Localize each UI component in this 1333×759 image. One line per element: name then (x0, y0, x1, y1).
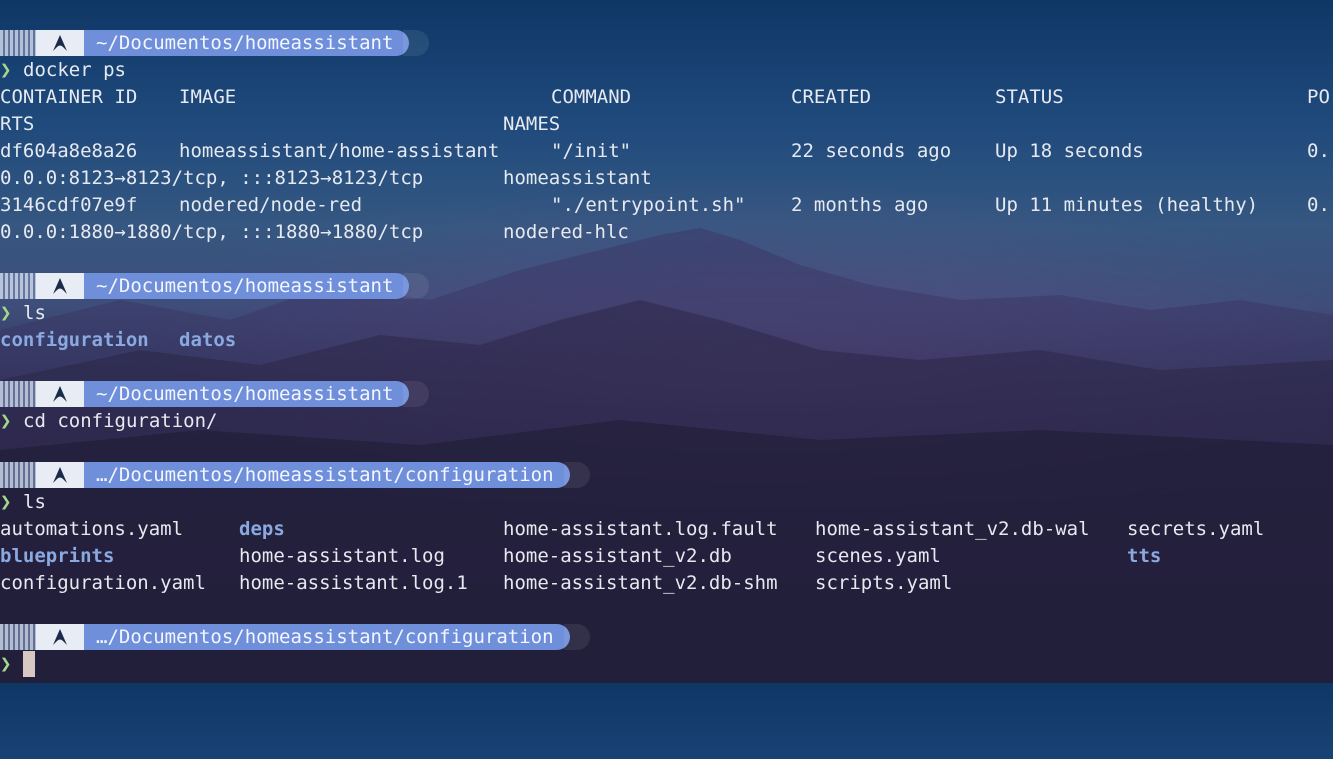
container-image: homeassistant/home-assistant (179, 140, 500, 162)
directory-entry: tts (1127, 545, 1162, 567)
file-entry: home-assistant.log.1 (239, 572, 468, 594)
table-row-wrap: 0.0.0:1880→1880/tcp, :::1880→1880/tcp no… (0, 219, 629, 246)
container-ports-wrap: 0.0.0:8123→8123/tcp, :::8123→8123/tcp (0, 167, 424, 189)
prompt-symbol: ❯ (0, 302, 12, 324)
text-cursor (23, 651, 35, 677)
command-text: docker ps (23, 59, 126, 81)
command-text: cd configuration/ (23, 410, 218, 432)
container-command: "/init" (551, 140, 632, 162)
prompt-symbol: ❯ (0, 59, 12, 81)
arch-linux-icon (36, 273, 84, 299)
command-line: ❯ docker ps (0, 57, 126, 84)
prompt-bar: …/Documentos/homeassistant/configuration (0, 462, 590, 488)
prompt-path: ~/Documentos/homeassistant (84, 273, 410, 299)
container-created: 22 seconds ago (791, 140, 952, 162)
command-text: ls (23, 302, 46, 324)
container-status: Up 11 minutes (healthy) (995, 194, 1259, 216)
container-ports: 0. (1307, 194, 1330, 216)
prompt-path: …/Documentos/homeassistant/configuration (84, 462, 570, 488)
prompt-bar: ~/Documentos/homeassistant (0, 30, 430, 56)
table-header: CONTAINER ID IMAGE COMMAND CREATED STATU… (0, 84, 1330, 111)
arch-linux-icon (36, 462, 84, 488)
prompt-path: ~/Documentos/homeassistant (84, 381, 410, 407)
container-command: "./entrypoint.sh" (551, 194, 746, 216)
prompt-bar: ~/Documentos/homeassistant (0, 273, 430, 299)
directory-entry: deps (239, 518, 285, 540)
header-status: STATUS (995, 86, 1064, 108)
container-name: homeassistant (503, 167, 652, 189)
terminal-window[interactable]: ~/Documentos/homeassistant ❯ docker ps C… (0, 0, 1333, 683)
container-id: df604a8e8a26 (0, 140, 138, 162)
file-entry: secrets.yaml (1127, 518, 1265, 540)
powerline-tail (563, 462, 590, 488)
powerline-tail (563, 624, 590, 650)
header-ports-wrap: RTS (0, 113, 35, 135)
prompt-path: ~/Documentos/homeassistant (84, 30, 410, 56)
file-entry: scenes.yaml (815, 545, 941, 567)
powerline-tail (403, 273, 430, 299)
prompt-bar: ~/Documentos/homeassistant (0, 381, 430, 407)
header-image: IMAGE (179, 86, 237, 108)
ls-output: configuration datos (0, 327, 236, 354)
file-entry: home-assistant_v2.db (503, 545, 732, 567)
prompt-symbol: ❯ (0, 653, 12, 675)
file-entry: configuration.yaml (0, 572, 206, 594)
file-entry: home-assistant.log (239, 545, 445, 567)
container-ports-wrap: 0.0.0:1880→1880/tcp, :::1880→1880/tcp (0, 221, 424, 243)
prompt-symbol: ❯ (0, 491, 12, 513)
powerline-segment (0, 624, 36, 650)
ls-output-row: configuration.yaml home-assistant.log.1 … (0, 570, 952, 597)
command-line: ❯ cd configuration/ (0, 408, 217, 435)
directory-entry: configuration (0, 329, 149, 351)
container-id: 3146cdf07e9f (0, 194, 138, 216)
directory-entry: datos (179, 329, 237, 351)
table-row-wrap: 0.0.0:8123→8123/tcp, :::8123→8123/tcp ho… (0, 165, 652, 192)
arch-linux-icon (36, 30, 84, 56)
powerline-segment (0, 462, 36, 488)
container-name: nodered-hlc (503, 221, 629, 243)
powerline-tail (403, 30, 430, 56)
command-line: ❯ ls (0, 489, 46, 516)
directory-entry: blueprints (0, 545, 115, 567)
file-entry: scripts.yaml (815, 572, 953, 594)
command-line: ❯ ls (0, 300, 46, 327)
prompt-bar: …/Documentos/homeassistant/configuration (0, 624, 590, 650)
prompt-path: …/Documentos/homeassistant/configuration (84, 624, 570, 650)
container-ports: 0. (1307, 140, 1330, 162)
header-ports: PO (1307, 86, 1330, 108)
ls-output-row: blueprints home-assistant.log home-assis… (0, 543, 1161, 570)
table-row: 3146cdf07e9f nodered/node-red "./entrypo… (0, 192, 1330, 219)
file-entry: home-assistant_v2.db-shm (503, 572, 778, 594)
powerline-segment (0, 381, 36, 407)
arch-linux-icon (36, 381, 84, 407)
header-container-id: CONTAINER ID (0, 86, 138, 108)
header-created: CREATED (791, 86, 872, 108)
file-entry: home-assistant.log.fault (503, 518, 778, 540)
powerline-segment (0, 273, 36, 299)
ls-output-row: automations.yaml deps home-assistant.log… (0, 516, 1264, 543)
powerline-tail (403, 381, 430, 407)
file-entry: home-assistant_v2.db-wal (815, 518, 1090, 540)
header-command: COMMAND (551, 86, 632, 108)
prompt-symbol: ❯ (0, 410, 12, 432)
header-names: NAMES (503, 113, 561, 135)
powerline-segment (0, 30, 36, 56)
container-created: 2 months ago (791, 194, 929, 216)
container-image: nodered/node-red (179, 194, 363, 216)
container-status: Up 18 seconds (995, 140, 1144, 162)
arch-linux-icon (36, 624, 84, 650)
table-header-wrap: RTS NAMES (0, 111, 560, 138)
file-entry: automations.yaml (0, 518, 184, 540)
command-text: ls (23, 491, 46, 513)
table-row: df604a8e8a26 homeassistant/home-assistan… (0, 138, 1330, 165)
